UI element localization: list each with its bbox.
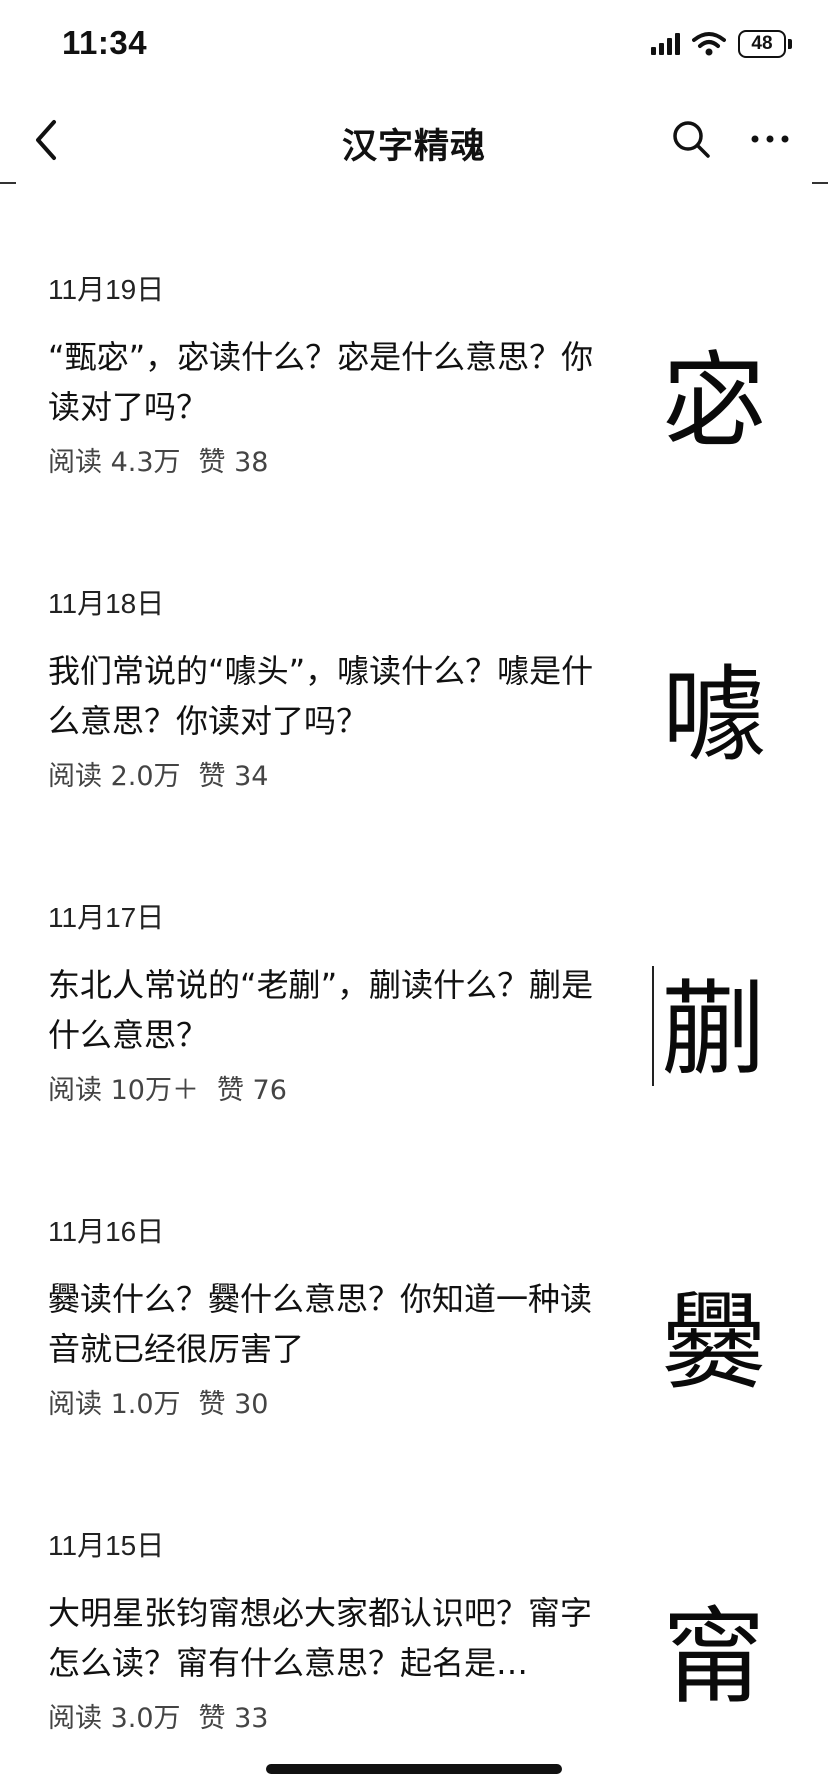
home-indicator[interactable] <box>266 1764 562 1774</box>
article-title[interactable]: 大明星张钧甯想必大家都认识吧？甯字怎么读？甯有什么意思？起名是… <box>48 1588 618 1688</box>
read-count: 阅读 3.0万 <box>48 1703 181 1734</box>
article-meta: 阅读 2.0万 赞 34 <box>48 754 268 793</box>
article-date: 11月16日 <box>48 1216 165 1247</box>
status-bar: 11:34 48 <box>0 0 828 100</box>
read-count: 阅读 1.0万 <box>48 1389 181 1420</box>
article-item[interactable]: 11月16日 爨读什么？爨什么意思？你知道一种读音就已经很厉害了 阅读 1.0万… <box>0 1172 828 1486</box>
article-title[interactable]: 东北人常说的“老蒯”，蒯读什么？蒯是什么意思？ <box>48 960 618 1060</box>
like-count: 赞 76 <box>216 1075 287 1106</box>
article-meta: 阅读 3.0万 赞 33 <box>48 1696 268 1735</box>
article-thumbnail[interactable]: 爨 <box>652 1268 776 1404</box>
article-meta: 阅读 1.0万 赞 30 <box>48 1382 268 1421</box>
status-time: 11:34 <box>62 24 148 61</box>
article-thumbnail[interactable]: 甯 <box>652 1582 776 1718</box>
status-icons: 48 <box>651 30 792 58</box>
article-date: 11月18日 <box>48 588 165 619</box>
nav-divider-left <box>0 182 16 184</box>
article-item[interactable]: 11月19日 “甄宓”，宓读什么？宓是什么意思？你读对了吗？ 阅读 4.3万 赞… <box>0 230 828 544</box>
more-icon[interactable] <box>748 118 792 160</box>
article-date: 11月17日 <box>48 902 165 933</box>
article-list: 11月19日 “甄宓”，宓读什么？宓是什么意思？你读对了吗？ 阅读 4.3万 赞… <box>0 230 828 1792</box>
nav-divider-right <box>812 182 828 184</box>
article-thumbnail[interactable]: 蒯 <box>652 954 776 1090</box>
article-date: 11月15日 <box>48 1530 165 1561</box>
article-title[interactable]: 我们常说的“噱头”，噱读什么？噱是什么意思？你读对了吗？ <box>48 646 618 746</box>
like-count: 赞 33 <box>198 1703 269 1734</box>
wifi-icon <box>692 32 726 56</box>
battery-icon: 48 <box>738 30 792 58</box>
signal-icon <box>651 33 680 55</box>
nav-bar: 汉字精魂 <box>0 100 828 180</box>
read-count: 阅读 4.3万 <box>48 447 181 478</box>
article-title[interactable]: 爨读什么？爨什么意思？你知道一种读音就已经很厉害了 <box>48 1274 618 1374</box>
like-count: 赞 30 <box>198 1389 269 1420</box>
article-title[interactable]: “甄宓”，宓读什么？宓是什么意思？你读对了吗？ <box>48 332 618 432</box>
article-meta: 阅读 4.3万 赞 38 <box>48 440 268 479</box>
article-thumbnail[interactable]: 宓 <box>652 326 776 462</box>
article-date: 11月19日 <box>48 274 165 305</box>
battery-level: 48 <box>738 30 786 58</box>
article-item[interactable]: 11月15日 大明星张钧甯想必大家都认识吧？甯字怎么读？甯有什么意思？起名是… … <box>0 1486 828 1792</box>
search-icon[interactable] <box>670 118 712 160</box>
article-meta: 阅读 10万＋ 赞 76 <box>48 1068 287 1107</box>
read-count: 阅读 2.0万 <box>48 761 181 792</box>
like-count: 赞 38 <box>198 447 269 478</box>
article-item[interactable]: 11月18日 我们常说的“噱头”，噱读什么？噱是什么意思？你读对了吗？ 阅读 2… <box>0 544 828 858</box>
read-count: 阅读 10万＋ <box>48 1075 199 1106</box>
article-item[interactable]: 11月17日 东北人常说的“老蒯”，蒯读什么？蒯是什么意思？ 阅读 10万＋ 赞… <box>0 858 828 1172</box>
like-count: 赞 34 <box>198 761 269 792</box>
article-thumbnail[interactable]: 噱 <box>652 640 776 776</box>
